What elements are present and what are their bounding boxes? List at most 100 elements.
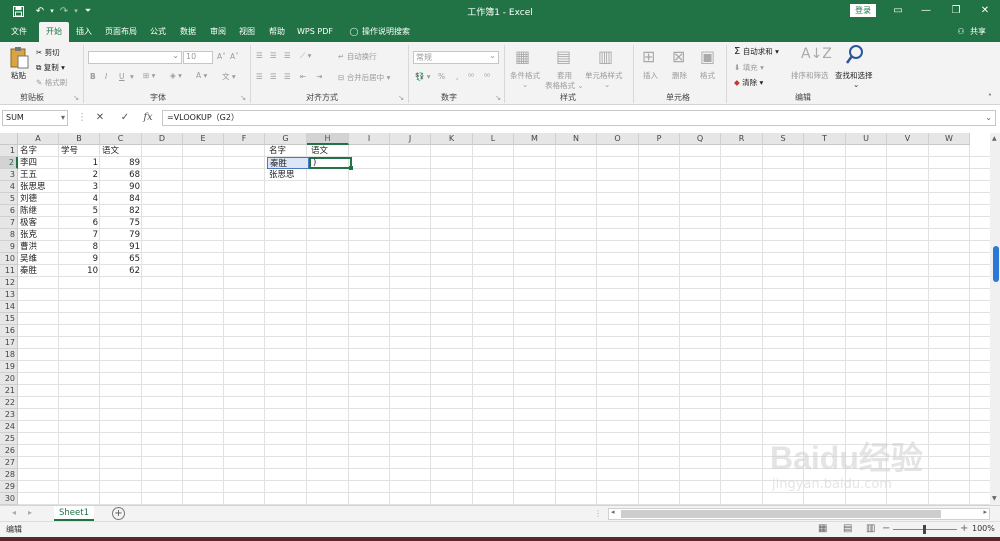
find-select-icon[interactable] xyxy=(845,44,865,68)
tab-formulas[interactable]: 公式 xyxy=(144,22,172,42)
expand-formula-bar-icon[interactable]: ⌄ xyxy=(985,111,992,125)
increase-font-icon[interactable]: A˄ xyxy=(217,52,226,61)
column-header-F[interactable]: F xyxy=(224,133,265,145)
horizontal-scroll-thumb[interactable] xyxy=(621,510,941,518)
page-break-view-icon[interactable]: ▥ xyxy=(866,523,875,534)
row-header-6[interactable]: 6 xyxy=(0,205,18,217)
row-header-28[interactable]: 28 xyxy=(0,469,18,481)
column-header-K[interactable]: K xyxy=(431,133,473,145)
row-header-21[interactable]: 21 xyxy=(0,385,18,397)
row-header-27[interactable]: 27 xyxy=(0,457,18,469)
cell-C3[interactable]: 68 xyxy=(100,169,142,181)
paste-icon[interactable] xyxy=(8,46,30,69)
cell-C7[interactable]: 75 xyxy=(100,217,142,229)
insert-cells-icon[interactable]: ⊞ xyxy=(642,47,655,66)
normal-view-icon[interactable]: ▦ xyxy=(818,523,827,534)
fill-button[interactable]: ⬇ 填充 ▾ xyxy=(734,62,764,73)
collapse-ribbon-icon[interactable]: ˄ xyxy=(988,93,992,102)
number-format-dropdown[interactable]: 常规 ⌄ xyxy=(413,51,499,64)
column-header-B[interactable]: B xyxy=(59,133,100,145)
align-center-icon[interactable]: ☰ xyxy=(270,72,277,81)
row-header-10[interactable]: 10 xyxy=(0,253,18,265)
row-header-7[interactable]: 7 xyxy=(0,217,18,229)
dialog-launcher-icon[interactable]: ↘ xyxy=(73,93,79,102)
column-header-E[interactable]: E xyxy=(183,133,224,145)
row-header-13[interactable]: 13 xyxy=(0,289,18,301)
login-button[interactable]: 登录 xyxy=(850,4,876,17)
fill-color-icon[interactable]: ◈ ▾ xyxy=(170,71,182,80)
tab-view[interactable]: 视图 xyxy=(233,22,261,42)
column-header-M[interactable]: M xyxy=(514,133,556,145)
cell-A11[interactable]: 秦胜 xyxy=(18,265,39,277)
cell-A6[interactable]: 陈继 xyxy=(18,205,39,217)
font-size-dropdown[interactable]: 10 xyxy=(183,51,213,64)
ribbon-display-options-icon[interactable]: ▭ xyxy=(886,2,910,20)
close-icon[interactable]: ✕ xyxy=(973,2,997,20)
row-header-22[interactable]: 22 xyxy=(0,397,18,409)
sort-filter-button[interactable]: 排序和筛选 xyxy=(791,70,829,81)
cell-C1[interactable]: 语文 xyxy=(100,145,121,157)
delete-cells-icon[interactable]: ⊠ xyxy=(672,47,685,66)
format-cells-icon[interactable]: ▣ xyxy=(700,47,715,66)
align-left-icon[interactable]: ☰ xyxy=(256,72,263,81)
horizontal-scrollbar[interactable]: ◂ ▸ xyxy=(608,508,990,520)
conditional-format-icon[interactable]: ▦ xyxy=(515,47,530,66)
cell-B7[interactable]: 6 xyxy=(59,217,100,229)
cell-B1[interactable]: 学号 xyxy=(59,145,80,157)
paste-label[interactable]: 粘贴 xyxy=(11,70,26,81)
row-header-16[interactable]: 16 xyxy=(0,325,18,337)
restore-icon[interactable]: ❐ xyxy=(944,2,968,20)
cell-G2-referenced[interactable]: 秦胜 xyxy=(267,157,309,169)
row-header-9[interactable]: 9 xyxy=(0,241,18,253)
column-header-N[interactable]: N xyxy=(556,133,597,145)
orientation-icon[interactable]: ⟋ ▾ xyxy=(300,51,311,61)
accounting-format-icon[interactable]: 💱 ▾ xyxy=(415,72,431,81)
dialog-launcher-icon[interactable]: ↘ xyxy=(495,93,501,102)
zoom-in-icon[interactable]: + xyxy=(960,523,968,534)
scroll-up-icon[interactable]: ▲ xyxy=(992,135,997,142)
more-sheets-icon[interactable]: ⋮ xyxy=(594,509,602,518)
cell-C11[interactable]: 62 xyxy=(100,265,142,277)
delete-cells-button[interactable]: 删除 xyxy=(672,70,687,81)
row-header-24[interactable]: 24 xyxy=(0,421,18,433)
tab-home[interactable]: 开始 xyxy=(39,22,69,42)
next-sheet-icon[interactable]: ▸ xyxy=(28,508,32,517)
italic-button[interactable]: I xyxy=(105,72,107,81)
underline-button[interactable]: U xyxy=(119,72,125,81)
cell-C2[interactable]: 89 xyxy=(100,157,142,169)
select-all-corner[interactable] xyxy=(0,133,18,145)
minimize-icon[interactable]: — xyxy=(914,2,938,20)
scroll-right-icon[interactable]: ▸ xyxy=(983,508,987,516)
row-header-20[interactable]: 20 xyxy=(0,373,18,385)
format-painter-button[interactable]: ✎ 格式刷 xyxy=(36,77,67,88)
increase-decimal-icon[interactable]: ⁰⁰ xyxy=(468,72,474,81)
merge-center-button[interactable]: ⊟ 合并后居中 ▾ xyxy=(338,72,390,83)
format-table-icon[interactable]: ▤ xyxy=(556,47,571,66)
autosum-button[interactable]: Σ 自动求和 ▾ xyxy=(734,46,779,57)
column-header-P[interactable]: P xyxy=(639,133,680,145)
cell-A10[interactable]: 吴维 xyxy=(18,253,39,265)
tab-data[interactable]: 数据 xyxy=(174,22,202,42)
zoom-slider-thumb[interactable] xyxy=(923,525,926,534)
tab-file[interactable]: 文件 xyxy=(4,22,34,42)
decrease-indent-icon[interactable]: ⇤ xyxy=(300,72,306,81)
scroll-down-icon[interactable]: ▼ xyxy=(992,495,997,502)
column-header-T[interactable]: T xyxy=(804,133,846,145)
cell-G1[interactable]: 名字 xyxy=(267,145,288,157)
tab-insert[interactable]: 插入 xyxy=(70,22,98,42)
column-header-H[interactable]: H xyxy=(307,133,349,145)
row-header-17[interactable]: 17 xyxy=(0,337,18,349)
row-header-14[interactable]: 14 xyxy=(0,301,18,313)
row-header-26[interactable]: 26 xyxy=(0,445,18,457)
zoom-out-icon[interactable]: − xyxy=(882,523,890,534)
row-header-2[interactable]: 2 xyxy=(0,157,18,169)
cell-B11[interactable]: 10 xyxy=(59,265,100,277)
fill-handle[interactable] xyxy=(349,166,353,170)
sheet-tab-sheet1[interactable]: Sheet1 xyxy=(54,506,94,521)
prev-sheet-icon[interactable]: ◂ xyxy=(12,508,16,517)
column-header-G[interactable]: G xyxy=(265,133,307,145)
zoom-level[interactable]: 100% xyxy=(972,524,995,533)
cell-G3[interactable]: 张思思 xyxy=(267,169,297,181)
phonetic-icon[interactable]: 文 ▾ xyxy=(222,71,236,82)
column-header-S[interactable]: S xyxy=(763,133,804,145)
